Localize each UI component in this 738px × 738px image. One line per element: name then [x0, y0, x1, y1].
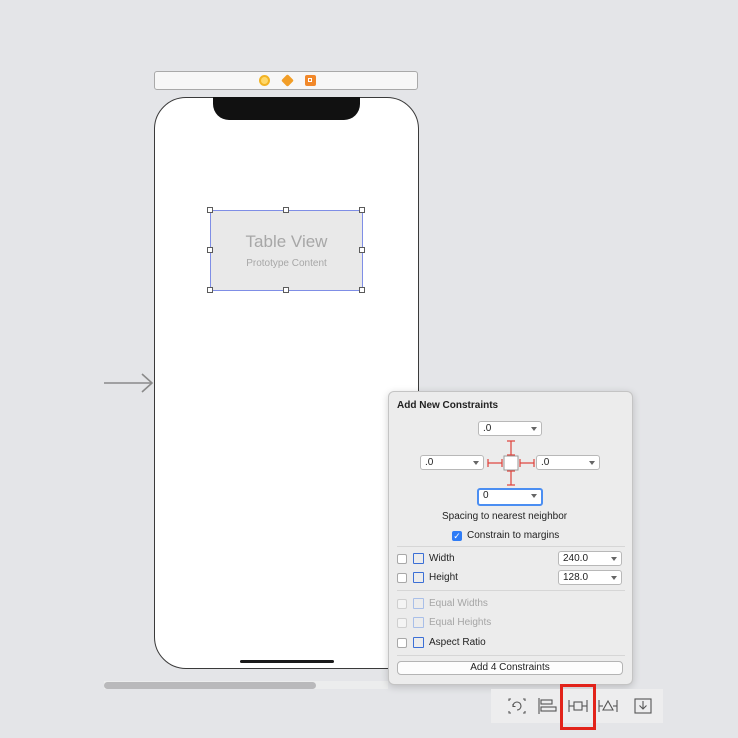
height-icon: [413, 572, 424, 583]
divider: [397, 546, 625, 547]
resize-handle[interactable]: [207, 207, 213, 213]
resize-handle[interactable]: [359, 207, 365, 213]
constrain-to-margins-label: Constrain to margins: [467, 530, 560, 541]
scrollbar-thumb[interactable]: [104, 682, 316, 689]
equal-widths-label: Equal Widths: [429, 598, 488, 609]
aspect-ratio-checkbox[interactable]: [397, 638, 407, 648]
highlight-box: [560, 684, 596, 730]
align-icon[interactable]: [536, 696, 558, 716]
popover-title: Add New Constraints: [397, 400, 499, 411]
update-frames-icon[interactable]: [506, 696, 528, 716]
table-view-subtitle: Prototype Content: [246, 258, 327, 269]
width-icon: [413, 553, 424, 564]
resize-handle[interactable]: [359, 287, 365, 293]
width-field[interactable]: 240.0: [558, 551, 622, 566]
equal-heights-icon: [413, 617, 424, 628]
resize-handle[interactable]: [207, 287, 213, 293]
resize-handle[interactable]: [207, 247, 213, 253]
trailing-spacing-field[interactable]: .0: [536, 455, 600, 470]
add-constraints-button[interactable]: Add 4 Constraints: [397, 661, 623, 675]
table-view-title: Table View: [245, 232, 328, 251]
device-notch: [213, 97, 360, 120]
spacing-label: Spacing to nearest neighbor: [442, 511, 568, 522]
scene-dock: [154, 71, 418, 90]
bottom-spacing-field[interactable]: 0: [477, 488, 543, 506]
height-checkbox[interactable]: [397, 573, 407, 583]
divider: [397, 590, 625, 591]
constrain-to-margins-checkbox[interactable]: ✓: [452, 531, 462, 541]
width-label: Width: [429, 553, 455, 564]
height-field[interactable]: 128.0: [558, 570, 622, 585]
resize-handle[interactable]: [283, 287, 289, 293]
view-controller-icon[interactable]: [259, 75, 270, 86]
resize-handle[interactable]: [359, 247, 365, 253]
leading-spacing-field[interactable]: .0: [420, 455, 484, 470]
embed-in-icon[interactable]: [632, 696, 654, 716]
entry-point-arrow-icon[interactable]: [104, 373, 154, 393]
aspect-ratio-label: Aspect Ratio: [429, 637, 486, 648]
height-label: Height: [429, 572, 458, 583]
exit-icon[interactable]: [305, 75, 316, 86]
width-checkbox[interactable]: [397, 554, 407, 564]
divider: [397, 655, 625, 656]
first-responder-icon[interactable]: [281, 74, 294, 87]
top-spacing-field[interactable]: .0: [478, 421, 542, 436]
iphone-canvas[interactable]: [154, 97, 419, 669]
constraint-struts-diagram: [487, 440, 535, 486]
home-indicator: [240, 660, 334, 663]
aspect-ratio-icon: [413, 637, 424, 648]
equal-widths-checkbox[interactable]: [397, 599, 407, 609]
resolve-issues-icon[interactable]: [597, 696, 619, 716]
equal-heights-checkbox[interactable]: [397, 618, 407, 628]
equal-heights-label: Equal Heights: [429, 617, 492, 628]
resize-handle[interactable]: [283, 207, 289, 213]
equal-widths-icon: [413, 598, 424, 609]
